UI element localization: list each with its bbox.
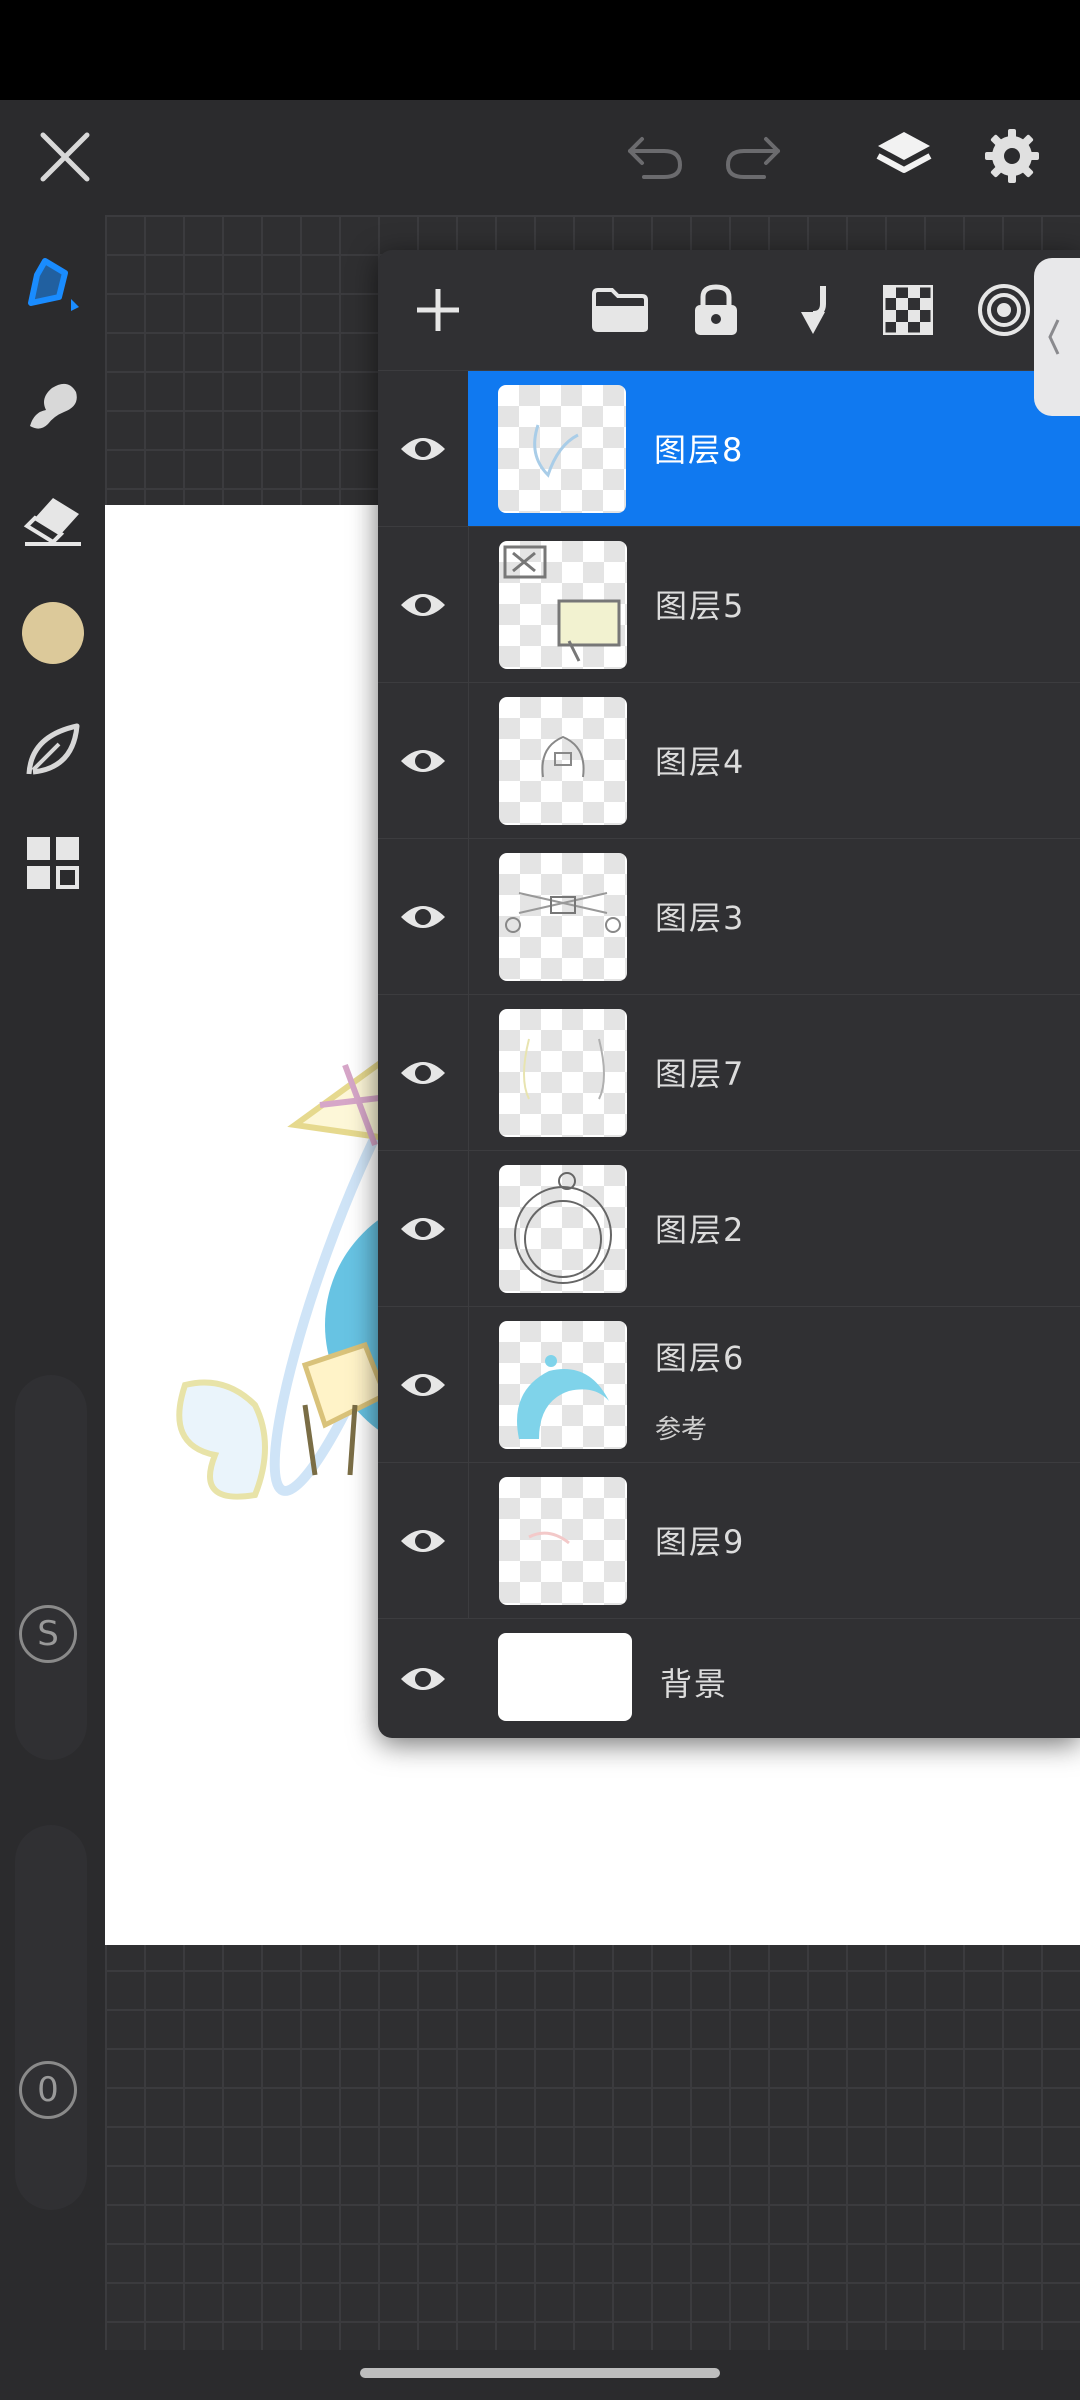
brush-size-slider[interactable]: S <box>15 1375 87 1760</box>
layer-thumbnail <box>499 1477 627 1605</box>
layer-body[interactable]: 背景 <box>468 1619 1080 1738</box>
layer-body[interactable]: 图层9 <box>468 1463 1080 1619</box>
size-slider-label: S <box>37 1614 59 1654</box>
layer-name: 图层8 <box>654 431 745 469</box>
layer-thumbnail <box>498 385 626 513</box>
layer-name: 图层5 <box>655 587 746 625</box>
layer-name: 图层6 <box>655 1339 746 1377</box>
layer-row[interactable]: 图层2 <box>378 1150 1080 1307</box>
top-bar <box>0 100 1080 215</box>
color-swatch[interactable] <box>0 583 105 683</box>
chevron-left-icon <box>1048 319 1060 355</box>
layer-thumbnail <box>499 853 627 981</box>
status-bar <box>0 0 1080 100</box>
visibility-eye-icon[interactable] <box>378 371 468 527</box>
layer-row[interactable]: 图层8 <box>378 370 1080 527</box>
layers-panel: 图层8 图层5 图层4 图层3 图层7 图层2 图层6 参考 图层9 背景 <box>378 250 1080 1738</box>
panel-side-tab[interactable] <box>1034 258 1080 416</box>
layer-thumbnail <box>499 1321 627 1449</box>
layer-thumbnail <box>499 697 627 825</box>
visibility-eye-icon[interactable] <box>378 1151 468 1307</box>
layer-name: 图层7 <box>655 1055 746 1093</box>
smudge-icon[interactable] <box>0 355 105 455</box>
visibility-eye-icon[interactable] <box>378 1619 468 1738</box>
layer-thumbnail <box>499 1009 627 1137</box>
opacity-slider-label: 0 <box>37 2070 59 2110</box>
lock-icon[interactable] <box>684 278 748 342</box>
visibility-eye-icon[interactable] <box>378 683 468 839</box>
visibility-eye-icon[interactable] <box>378 527 468 683</box>
leaf-icon[interactable] <box>0 700 105 800</box>
layer-thumbnail <box>499 541 627 669</box>
layer-name: 图层9 <box>655 1523 746 1561</box>
size-slider-knob[interactable]: S <box>19 1605 77 1663</box>
layer-body[interactable]: 图层7 <box>468 995 1080 1151</box>
add-icon[interactable] <box>408 280 468 340</box>
layer-body[interactable]: 图层8 <box>468 371 1080 527</box>
layer-name: 图层4 <box>655 743 746 781</box>
brush-icon[interactable] <box>0 235 105 335</box>
close-icon[interactable] <box>30 122 100 192</box>
grid-icon[interactable] <box>0 813 105 913</box>
layer-name: 背景 <box>660 1665 729 1703</box>
layer-name: 图层3 <box>655 899 746 937</box>
layer-row[interactable]: 图层3 <box>378 838 1080 995</box>
left-toolbar: S 0 <box>0 215 105 2350</box>
background-color-thumbnail[interactable] <box>498 1633 632 1721</box>
checker-icon[interactable] <box>878 278 938 342</box>
visibility-eye-icon[interactable] <box>378 995 468 1151</box>
layer-row[interactable]: 图层9 <box>378 1462 1080 1619</box>
reference-label: 参考 <box>655 1415 708 1445</box>
reference-icon[interactable] <box>972 278 1036 342</box>
visibility-eye-icon[interactable] <box>378 839 468 995</box>
layer-body[interactable]: 图层6 参考 <box>468 1307 1080 1463</box>
redo-icon[interactable] <box>718 122 788 192</box>
eraser-icon[interactable] <box>0 470 105 570</box>
layer-body[interactable]: 图层4 <box>468 683 1080 839</box>
layer-body[interactable]: 图层5 <box>468 527 1080 683</box>
home-indicator[interactable] <box>360 2368 720 2378</box>
layer-row[interactable]: 图层4 <box>378 682 1080 839</box>
undo-icon[interactable] <box>620 122 690 192</box>
layer-row[interactable]: 图层5 <box>378 526 1080 683</box>
merge-down-icon[interactable] <box>784 278 842 342</box>
layer-name: 图层2 <box>655 1211 746 1249</box>
layer-body[interactable]: 图层2 <box>468 1151 1080 1307</box>
visibility-eye-icon[interactable] <box>378 1463 468 1619</box>
layer-list: 图层8 图层5 图层4 图层3 图层7 图层2 图层6 参考 图层9 背景 <box>378 370 1080 1738</box>
visibility-eye-icon[interactable] <box>378 1307 468 1463</box>
layer-row[interactable]: 图层6 参考 <box>378 1306 1080 1463</box>
background-layer-row[interactable]: 背景 <box>378 1618 1080 1738</box>
layer-row[interactable]: 图层7 <box>378 994 1080 1151</box>
opacity-slider-knob[interactable]: 0 <box>19 2061 77 2119</box>
folder-icon[interactable] <box>588 280 652 340</box>
settings-icon[interactable] <box>976 120 1048 192</box>
layers-panel-header <box>378 250 1080 370</box>
layers-icon[interactable] <box>866 118 942 194</box>
layer-body[interactable]: 图层3 <box>468 839 1080 995</box>
layer-thumbnail <box>499 1165 627 1293</box>
opacity-slider[interactable]: 0 <box>15 1825 87 2210</box>
